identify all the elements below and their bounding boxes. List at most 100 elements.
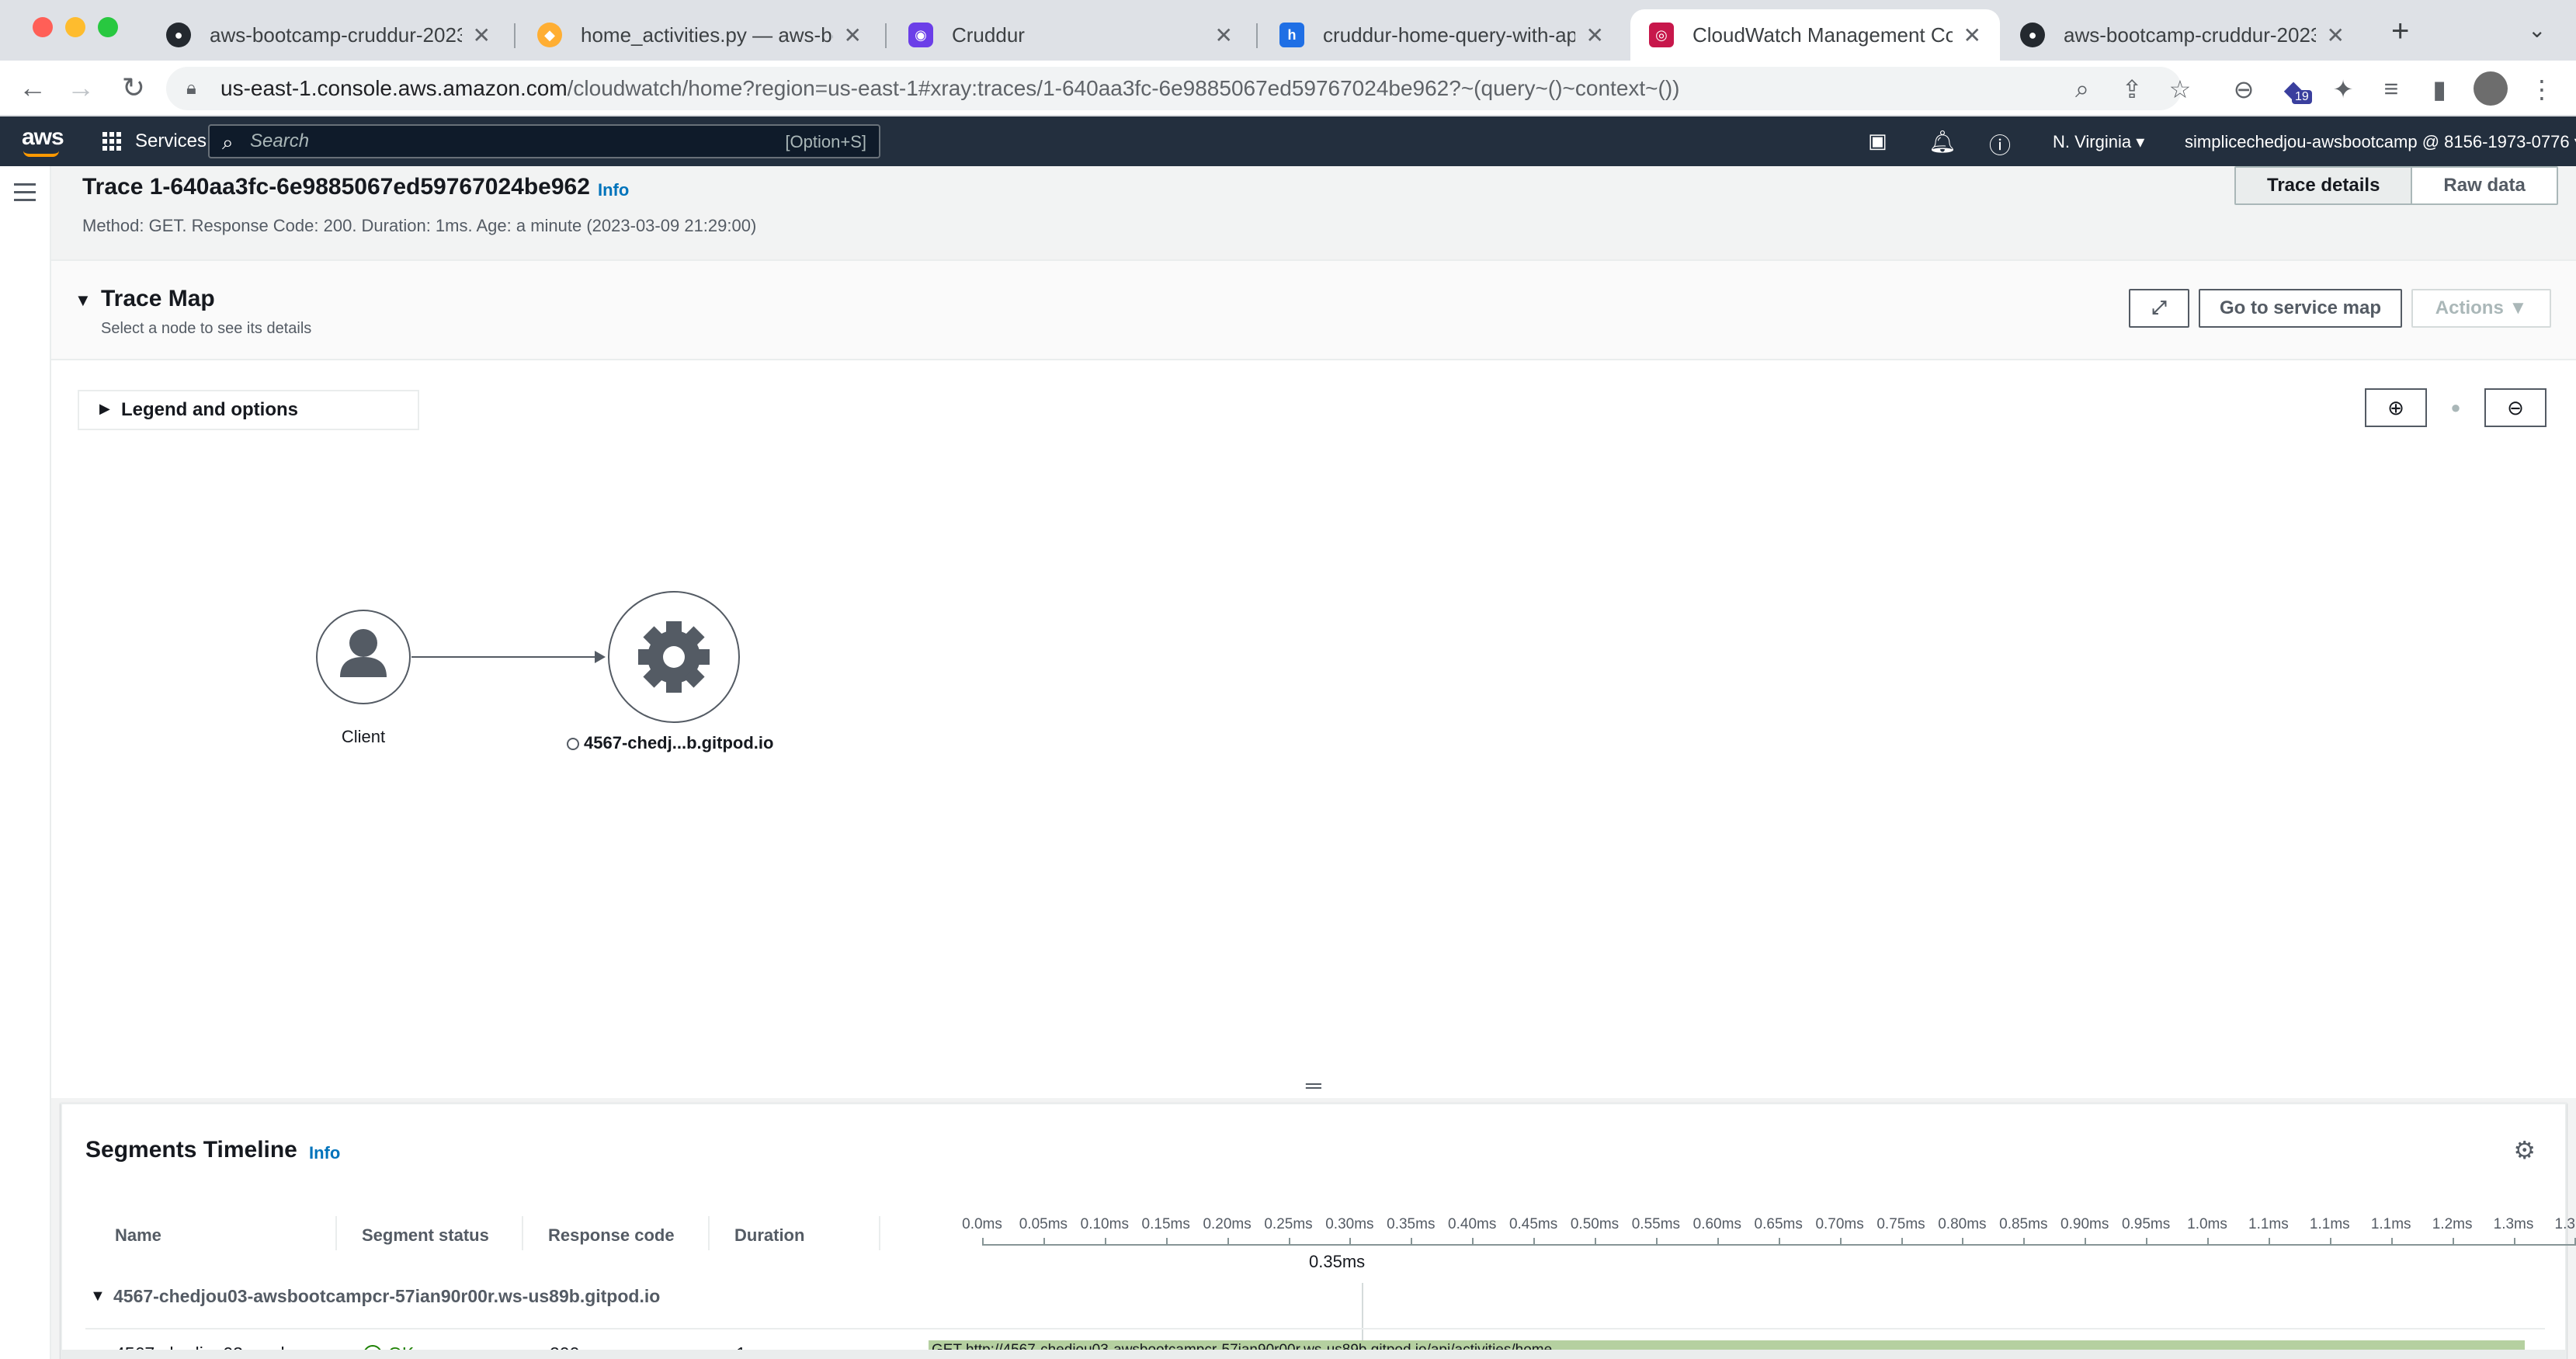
- reload-icon[interactable]: ↻: [116, 71, 151, 104]
- region-selector[interactable]: N. Virginia ▾: [2053, 132, 2144, 152]
- zoom-icon[interactable]: ⌕: [2067, 75, 2098, 104]
- timeline-tick-label: 0.20ms: [1203, 1216, 1252, 1232]
- menu-kebab-icon[interactable]: ⋮: [2526, 75, 2557, 104]
- resize-handle-icon[interactable]: ═: [1306, 1073, 1321, 1098]
- new-tab-icon[interactable]: +: [2391, 14, 2409, 49]
- browser-tab[interactable]: ● aws-bootcamp-cruddur-2023/ ✕: [148, 9, 509, 61]
- extension-icon[interactable]: ⊖: [2228, 75, 2259, 104]
- timeline-tick-mark: [1472, 1238, 1474, 1246]
- settings-gear-icon[interactable]: ⚙: [2513, 1135, 2536, 1165]
- timeline-tick-mark: [1962, 1238, 1964, 1246]
- close-tab-icon[interactable]: ✕: [844, 23, 862, 48]
- minimize-window-button[interactable]: [65, 17, 85, 37]
- lock-icon: 🔒︎: [186, 78, 196, 99]
- column-header-response-code[interactable]: Response code: [548, 1225, 675, 1246]
- side-navigation-toggle-strip: [0, 166, 51, 1359]
- share-icon[interactable]: ⇪: [2116, 75, 2147, 104]
- timeline-tick-label: 0.10ms: [1080, 1216, 1129, 1232]
- browser-tab[interactable]: ◆ home_activities.py — aws-boo ✕: [519, 9, 880, 61]
- aws-search-input[interactable]: ⌕ Search [Option+S]: [208, 124, 880, 158]
- browser-tab[interactable]: ◉ Cruddur ✕: [890, 9, 1252, 61]
- browser-tab[interactable]: ● aws-bootcamp-cruddur-2023/ ✕: [2001, 9, 2363, 61]
- timeline-tick-mark: [1104, 1238, 1106, 1246]
- client-node[interactable]: [316, 610, 411, 704]
- column-header-name[interactable]: Name: [115, 1225, 161, 1246]
- trace-map-graph: [316, 591, 740, 750]
- back-icon[interactable]: ←: [16, 71, 50, 104]
- extension-badge: 19: [2292, 90, 2312, 104]
- timeline-tick-mark: [2146, 1238, 2148, 1246]
- collapse-caret-icon[interactable]: ▼: [90, 1288, 106, 1305]
- zoom-out-button[interactable]: ⊖: [2484, 388, 2546, 427]
- main-content: Trace 1-640aa3fc-6e9885067ed59767024be96…: [51, 166, 2576, 1359]
- trace-map-panel: ▼ Trace Map Select a node to see its det…: [51, 259, 2576, 1098]
- bookmark-star-icon[interactable]: ☆: [2165, 75, 2196, 104]
- github-icon: ●: [2020, 23, 2045, 47]
- timeline-tick-label: 0.60ms: [1692, 1216, 1741, 1232]
- aws-top-nav: aws Services ⌕ Search [Option+S] ▣ 🔔︎ ⓘ …: [0, 116, 2576, 166]
- legend-and-options-toggle[interactable]: ▶ Legend and options: [78, 390, 419, 430]
- timeline-tick-mark: [2513, 1238, 2515, 1246]
- browser-tab[interactable]: h cruddur-home-query-with-app ✕: [1261, 9, 1623, 61]
- column-header-segment-status[interactable]: Segment status: [362, 1225, 489, 1246]
- timeline-tick-label: 0.0ms: [962, 1216, 1002, 1232]
- timeline-tick-label: 0.05ms: [1019, 1216, 1068, 1232]
- github-icon: ●: [166, 23, 191, 47]
- notifications-bell-icon[interactable]: 🔔︎: [1929, 129, 1956, 155]
- timeline-cursor-label: 0.35ms: [1309, 1252, 1366, 1271]
- reset-zoom-dot[interactable]: ●: [2427, 398, 2484, 418]
- forward-icon[interactable]: →: [64, 71, 98, 104]
- help-icon[interactable]: ⓘ: [1989, 129, 2011, 160]
- browser-toolbar: ← → ↻ 🔒︎ us-east-1.console.aws.amazon.co…: [0, 61, 2576, 116]
- cloudshell-icon[interactable]: ▣: [1868, 129, 1887, 153]
- extension-badge-icon[interactable]: ◆ 19: [2278, 75, 2312, 104]
- timeline-tick-label: 1.0ms: [2187, 1216, 2227, 1232]
- info-link[interactable]: Info: [598, 180, 629, 200]
- timeline-tick-label: 0.40ms: [1448, 1216, 1497, 1232]
- timeline-tick-mark: [1043, 1238, 1045, 1246]
- close-tab-icon[interactable]: ✕: [473, 23, 491, 48]
- timeline-tick-label: 0.90ms: [2060, 1216, 2109, 1232]
- close-tab-icon[interactable]: ✕: [1215, 23, 1233, 48]
- service-node[interactable]: [608, 591, 740, 723]
- service-node-label: 4567-chedj...b.gitpod.io: [584, 733, 774, 752]
- close-tab-icon[interactable]: ✕: [2327, 23, 2345, 48]
- extensions-puzzle-icon[interactable]: ✦: [2328, 75, 2359, 104]
- segments-timeline-panel: Segments Timeline Info ⚙ Name Segment st…: [61, 1103, 2576, 1359]
- timeline-tick-mark: [2207, 1238, 2209, 1246]
- aws-logo[interactable]: aws: [22, 124, 64, 151]
- tab-raw-data[interactable]: Raw data: [2412, 168, 2557, 203]
- column-header-duration[interactable]: Duration: [734, 1225, 804, 1246]
- trace-meta: Method: GET. Response Code: 200. Duratio…: [82, 216, 757, 235]
- timeline-tick-mark: [982, 1238, 984, 1246]
- hamburger-menu-icon[interactable]: [14, 183, 36, 207]
- side-panel-icon[interactable]: ▮: [2424, 75, 2455, 104]
- close-window-button[interactable]: [33, 17, 53, 37]
- timeline-tick-mark: [1411, 1238, 1413, 1246]
- close-tab-icon[interactable]: ✕: [1586, 23, 1604, 48]
- timeline-tick-label: 0.45ms: [1508, 1216, 1558, 1232]
- account-menu[interactable]: simplicechedjou-awsbootcamp @ 8156-1973-…: [2185, 132, 2576, 152]
- timeline-tick-mark: [2085, 1238, 2087, 1246]
- close-tab-icon[interactable]: ✕: [1963, 23, 1981, 48]
- info-link[interactable]: Info: [309, 1143, 340, 1163]
- zoom-controls: ⊕ ● ⊖: [2365, 388, 2546, 427]
- node-status-indicator: [567, 738, 579, 750]
- search-icon: ⌕: [222, 130, 234, 154]
- client-node-label: Client: [341, 727, 386, 746]
- address-bar[interactable]: 🔒︎ us-east-1.console.aws.amazon.com/clou…: [166, 67, 2182, 110]
- timeline-tick-label: 1.1ms: [2248, 1216, 2289, 1232]
- timeline-tick-label: 0.75ms: [1876, 1216, 1925, 1232]
- media-control-icon[interactable]: ≡: [2376, 75, 2407, 103]
- segment-group-row[interactable]: ▼ 4567-chedjou03-awsbootcampcr-57ian90r0…: [62, 1278, 2568, 1314]
- profile-avatar[interactable]: [2474, 71, 2508, 106]
- cloudwatch-icon: ◎: [1649, 23, 1674, 47]
- timeline-tick-mark: [1533, 1238, 1536, 1246]
- maximize-window-button[interactable]: [98, 17, 118, 37]
- tab-search-icon[interactable]: ⌄: [2528, 17, 2546, 43]
- services-menu[interactable]: Services: [102, 130, 207, 152]
- browser-tab-active[interactable]: ◎ CloudWatch Management Con ✕: [1630, 9, 2000, 61]
- trace-header: Trace 1-640aa3fc-6e9885067ed59767024be96…: [51, 166, 2576, 259]
- tab-trace-details[interactable]: Trace details: [2236, 168, 2413, 203]
- zoom-in-button[interactable]: ⊕: [2365, 388, 2427, 427]
